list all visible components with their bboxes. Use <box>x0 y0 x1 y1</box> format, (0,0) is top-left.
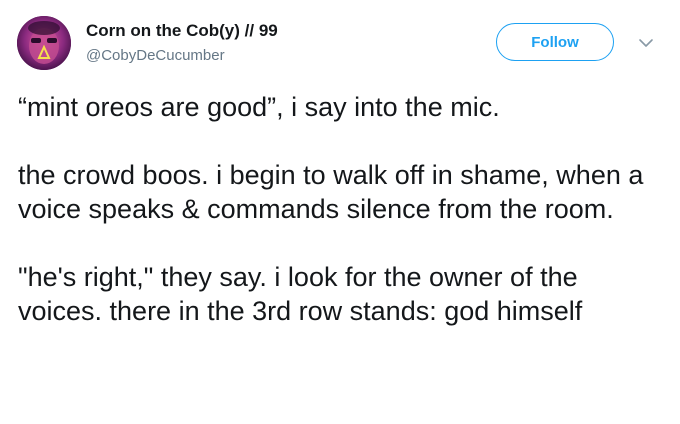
tweet-paragraph: "he's right," they say. i look for the o… <box>18 262 583 326</box>
tweet-paragraph: “mint oreos are good”, i say into the mi… <box>18 92 500 122</box>
tweet-header: Corn on the Cob(y) // 99 @CobyDeCucumber… <box>0 0 680 80</box>
tweet-text: “mint oreos are good”, i say into the mi… <box>18 90 668 328</box>
more-options-button[interactable] <box>637 34 655 52</box>
chevron-down-icon <box>639 39 653 47</box>
avatar-image <box>17 16 71 70</box>
author-handle[interactable]: @CobyDeCucumber <box>86 47 225 64</box>
avatar[interactable] <box>17 16 71 70</box>
tweet-paragraph: the crowd boos. i begin to walk off in s… <box>18 160 644 224</box>
follow-button[interactable]: Follow <box>496 23 614 61</box>
author-display-name[interactable]: Corn on the Cob(y) // 99 <box>86 21 278 41</box>
